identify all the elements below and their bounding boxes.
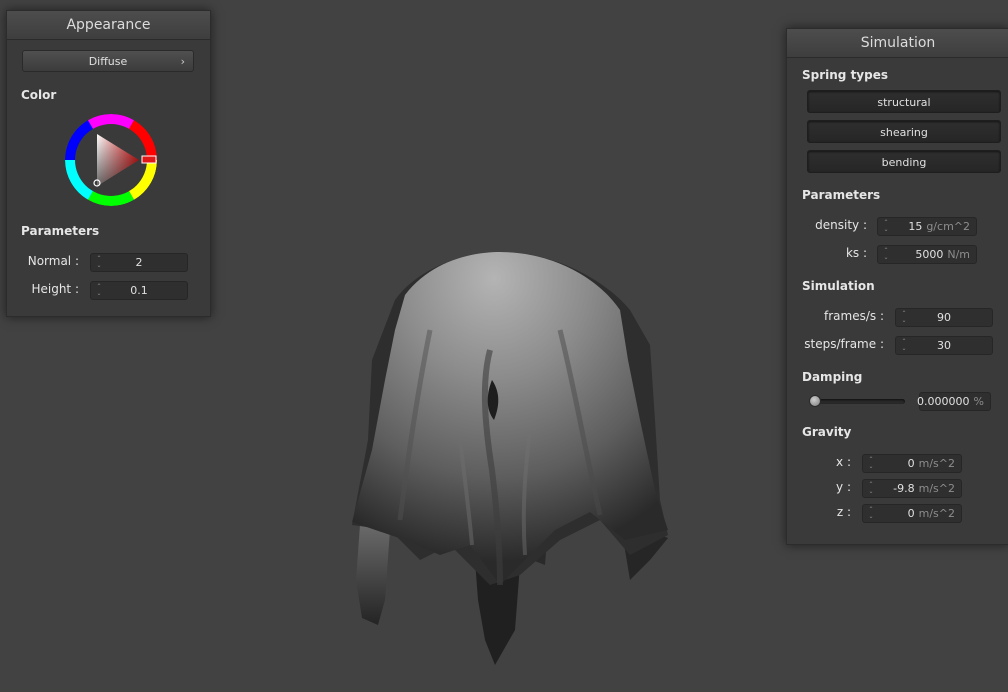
appearance-parameters-label: Parameters	[21, 224, 100, 238]
height-label: Height :	[31, 282, 79, 296]
height-input[interactable]: ⌃ ⌄ 0.1	[90, 281, 188, 300]
gravity-z-unit: m/s^2	[918, 507, 955, 520]
damping-slider-knob[interactable]	[809, 395, 821, 407]
normal-value: 2	[135, 256, 143, 269]
normal-label: Normal :	[27, 254, 79, 268]
simulation-panel-title: Simulation	[787, 29, 1008, 58]
steps-per-frame-label: steps/frame :	[804, 337, 884, 351]
gravity-z-input[interactable]: ⌃ ⌄ 0 m/s^2	[862, 504, 962, 523]
gravity-x-input[interactable]: ⌃ ⌄ 0 m/s^2	[862, 454, 962, 473]
gravity-y-input[interactable]: ⌃ ⌄ -9.8 m/s^2	[862, 479, 962, 498]
spinner-icon[interactable]: ⌃ ⌄	[867, 506, 875, 521]
spinner-icon[interactable]: ⌃ ⌄	[867, 481, 875, 496]
shader-dropdown-value: Diffuse	[88, 55, 128, 68]
gravity-y-unit: m/s^2	[918, 482, 955, 495]
frames-per-s-label: frames/s :	[824, 309, 884, 323]
bending-toggle[interactable]: bending	[807, 150, 1001, 173]
damping-input[interactable]: 0.000000%	[917, 392, 991, 411]
structural-toggle[interactable]: structural	[807, 90, 1001, 113]
appearance-panel-title: Appearance	[7, 11, 210, 40]
gravity-y-value: -9.8	[893, 482, 915, 495]
ks-value: 5000	[915, 248, 944, 261]
chevron-right-icon: ›	[180, 55, 185, 68]
damping-label: Damping	[802, 370, 863, 384]
steps-per-frame-value: 30	[937, 339, 951, 352]
steps-per-frame-input[interactable]: ⌃ ⌄ 30	[895, 336, 993, 355]
density-unit: g/cm^2	[926, 220, 970, 233]
spinner-icon[interactable]: ⌃ ⌄	[867, 456, 875, 471]
spring-types-label: Spring types	[802, 68, 889, 82]
gravity-x-label: x :	[836, 455, 851, 469]
density-label: density :	[815, 218, 867, 232]
height-value: 0.1	[130, 284, 148, 297]
gravity-z-value: 0	[907, 507, 915, 520]
density-input[interactable]: ⌃ ⌄ 15 g/cm^2	[877, 217, 977, 236]
ks-label: ks :	[845, 246, 867, 260]
color-wheel-icon	[65, 114, 157, 206]
spinner-icon[interactable]: ⌃ ⌄	[882, 219, 890, 234]
spinner-icon[interactable]: ⌃ ⌄	[882, 247, 890, 262]
damping-unit: %	[973, 395, 984, 408]
damping-slider[interactable]	[809, 395, 905, 407]
gravity-label: Gravity	[802, 425, 852, 439]
gravity-x-value: 0	[907, 457, 915, 470]
damping-value: 0.000000	[917, 395, 970, 408]
frames-per-s-input[interactable]: ⌃ ⌄ 90	[895, 308, 993, 327]
simulation-parameters-label: Parameters	[802, 188, 881, 202]
normal-input[interactable]: ⌃ ⌄ 2	[90, 253, 188, 272]
shader-dropdown[interactable]: Diffuse ›	[22, 50, 194, 72]
simulation-panel: Simulation Spring types structural shear…	[786, 28, 1008, 545]
color-section-label: Color	[21, 88, 57, 102]
ks-input[interactable]: ⌃ ⌄ 5000 N/m	[877, 245, 977, 264]
ks-unit: N/m	[947, 248, 970, 261]
shearing-toggle[interactable]: shearing	[807, 120, 1001, 143]
color-wheel[interactable]	[65, 114, 157, 206]
damping-slider-track	[811, 399, 905, 404]
density-value: 15	[908, 220, 923, 233]
gravity-z-label: z :	[836, 505, 851, 519]
gravity-y-label: y :	[836, 480, 851, 494]
simulation-section-label: Simulation	[802, 279, 875, 293]
appearance-panel: Appearance Diffuse › Color Parameters No…	[6, 10, 211, 317]
gravity-x-unit: m/s^2	[918, 457, 955, 470]
frames-per-s-value: 90	[937, 311, 951, 324]
